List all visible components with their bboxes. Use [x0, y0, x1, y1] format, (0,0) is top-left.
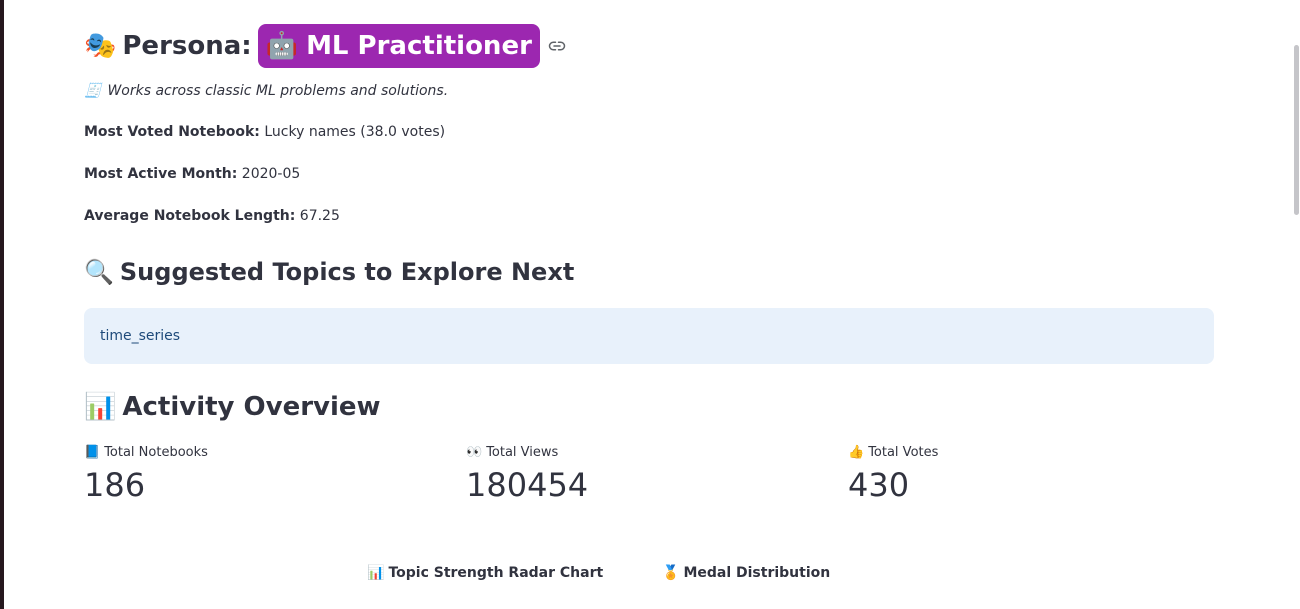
persona-badge-text: ML Practitioner: [306, 31, 532, 61]
description-text: Works across classic ML problems and sol…: [107, 83, 449, 99]
persona-heading: 🎭 Persona: 🤖 ML Practitioner: [84, 24, 566, 68]
avg-length-value: 67.25: [299, 208, 340, 224]
persona-label: Persona:: [122, 31, 252, 61]
radar-chart-title: Topic Strength Radar Chart: [388, 565, 604, 581]
metric-total-votes: 👍 Total Votes 430: [848, 445, 938, 504]
bar-chart-icon: 📊: [367, 565, 385, 581]
eyes-icon: 👀: [466, 445, 483, 460]
most-voted-value: Lucky names (38.0 votes): [264, 124, 446, 140]
metric-value: 180454: [466, 466, 589, 504]
most-active-value: 2020-05: [241, 166, 301, 182]
avg-length-label: Average Notebook Length:: [84, 208, 296, 224]
suggested-topics-title: Suggested Topics to Explore Next: [119, 258, 575, 286]
magnifier-icon: 🔍: [84, 258, 114, 286]
most-voted-label: Most Voted Notebook:: [84, 124, 260, 140]
activity-overview-heading: 📊 Activity Overview: [84, 392, 381, 422]
robot-icon: 🤖: [265, 31, 299, 61]
most-active-label: Most Active Month:: [84, 166, 238, 182]
most-active-row: Most Active Month: 2020-05: [84, 166, 300, 182]
thumbs-up-icon: 👍: [848, 445, 865, 460]
medal-distribution-heading: 🏅 Medal Distribution: [662, 565, 830, 581]
activity-overview-title: Activity Overview: [122, 392, 381, 422]
metric-value: 430: [848, 466, 910, 504]
metric-total-notebooks: 📘 Total Notebooks 186: [84, 445, 208, 504]
persona-description: 🧾 Works across classic ML problems and s…: [84, 83, 448, 99]
most-voted-row: Most Voted Notebook: Lucky names (38.0 v…: [84, 124, 445, 140]
metric-total-views: 👀 Total Views 180454: [466, 445, 588, 504]
suggested-topics-box: time_series: [84, 308, 1214, 364]
bar-chart-icon: 📊: [84, 392, 117, 422]
suggested-topics-heading: 🔍 Suggested Topics to Explore Next: [84, 258, 574, 286]
avg-length-row: Average Notebook Length: 67.25: [84, 208, 340, 224]
medal-icon: 🏅: [662, 565, 680, 581]
metric-label: Total Notebooks: [104, 445, 208, 460]
metric-label: Total Votes: [868, 445, 939, 460]
vertical-scrollbar[interactable]: [1294, 45, 1299, 215]
receipt-icon: 🧾: [84, 83, 102, 99]
blue-book-icon: 📘: [84, 445, 101, 460]
medal-distribution-title: Medal Distribution: [683, 565, 831, 581]
link-icon[interactable]: [548, 37, 566, 55]
left-edge-bar: [0, 0, 4, 609]
persona-badge: 🤖 ML Practitioner: [257, 24, 540, 68]
metric-value: 186: [84, 466, 146, 504]
suggested-topic-item: time_series: [100, 328, 181, 344]
radar-chart-heading: 📊 Topic Strength Radar Chart: [367, 565, 603, 581]
metric-label: Total Views: [486, 445, 559, 460]
theater-masks-icon: 🎭: [84, 31, 117, 61]
